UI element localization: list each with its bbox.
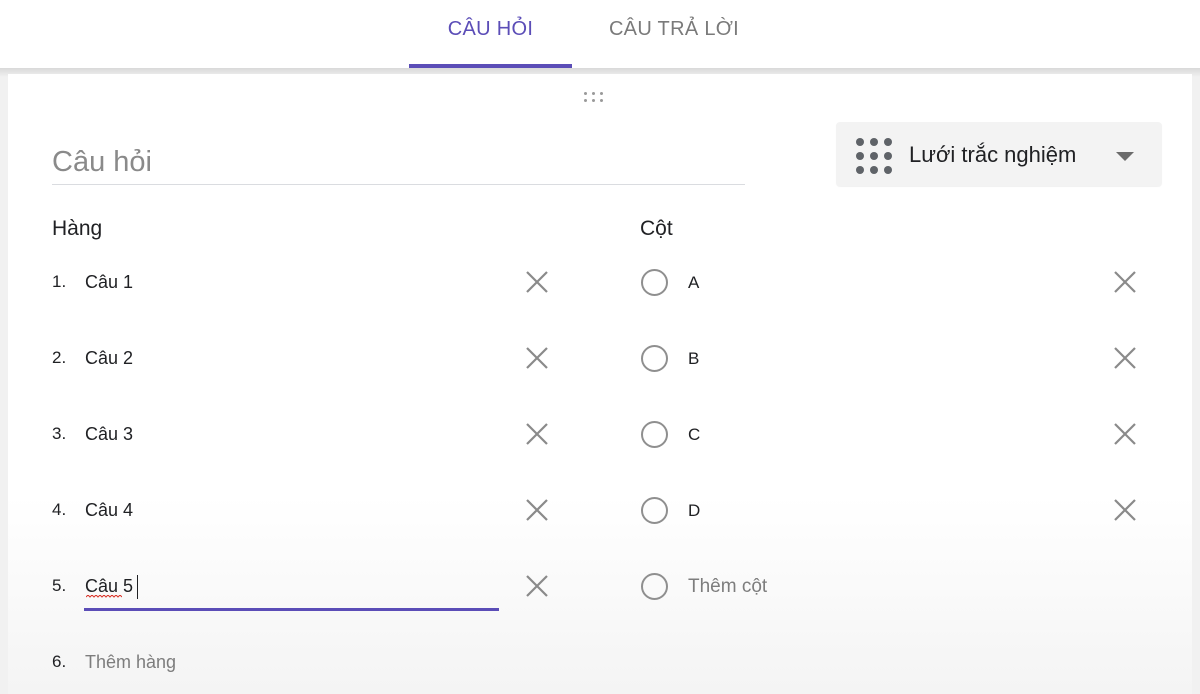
chevron-down-icon bbox=[1116, 152, 1134, 161]
remove-row-icon[interactable] bbox=[524, 421, 550, 447]
row-number: 6. bbox=[52, 652, 67, 671]
active-input-underline bbox=[84, 608, 499, 611]
remove-column-icon[interactable] bbox=[1112, 269, 1138, 295]
remove-column-icon[interactable] bbox=[1112, 345, 1138, 371]
text-cursor bbox=[137, 575, 138, 599]
row-number: 2. bbox=[52, 348, 67, 367]
spellcheck-underline bbox=[86, 595, 122, 598]
tab-responses[interactable]: CÂU TRẢ LỜI bbox=[592, 0, 756, 68]
radio-circle-icon bbox=[641, 421, 668, 448]
radio-circle-icon bbox=[641, 497, 668, 524]
row-input-active[interactable]: Câu 5 bbox=[85, 576, 133, 597]
column-input[interactable]: C bbox=[688, 425, 700, 445]
radio-circle-icon bbox=[641, 573, 668, 600]
row-input[interactable]: Câu 1 bbox=[85, 272, 133, 293]
remove-column-icon[interactable] bbox=[1112, 497, 1138, 523]
row-number: 3. bbox=[52, 424, 67, 443]
remove-column-icon[interactable] bbox=[1112, 421, 1138, 447]
row-input[interactable]: Câu 2 bbox=[85, 348, 133, 369]
rows-heading: Hàng bbox=[52, 217, 103, 240]
remove-row-icon[interactable] bbox=[524, 269, 550, 295]
row-number: 5. bbox=[52, 576, 67, 595]
radio-circle-icon bbox=[641, 345, 668, 372]
row-number: 1. bbox=[52, 272, 67, 291]
grid-dots-icon bbox=[856, 138, 892, 174]
remove-row-icon[interactable] bbox=[524, 345, 550, 371]
column-input[interactable]: D bbox=[688, 501, 700, 521]
remove-row-icon[interactable] bbox=[524, 573, 550, 599]
remove-row-icon[interactable] bbox=[524, 497, 550, 523]
drag-handle-icon[interactable] bbox=[582, 90, 608, 104]
columns-heading: Cột bbox=[640, 217, 673, 240]
row-number: 4. bbox=[52, 500, 67, 519]
add-row-button[interactable]: Thêm hàng bbox=[85, 652, 176, 673]
radio-circle-icon bbox=[641, 269, 668, 296]
column-input[interactable]: A bbox=[688, 273, 699, 293]
question-type-label: Lưới trắc nghiệm bbox=[909, 142, 1077, 167]
tab-questions[interactable]: CÂU HỎI bbox=[409, 0, 572, 68]
add-column-button[interactable]: Thêm cột bbox=[688, 576, 767, 598]
column-input[interactable]: B bbox=[688, 349, 699, 369]
tab-bar: CÂU HỎI CÂU TRẢ LỜI bbox=[0, 0, 1200, 68]
row-input[interactable]: Câu 3 bbox=[85, 424, 133, 445]
question-title-input[interactable] bbox=[52, 140, 745, 185]
row-input[interactable]: Câu 4 bbox=[85, 500, 133, 521]
